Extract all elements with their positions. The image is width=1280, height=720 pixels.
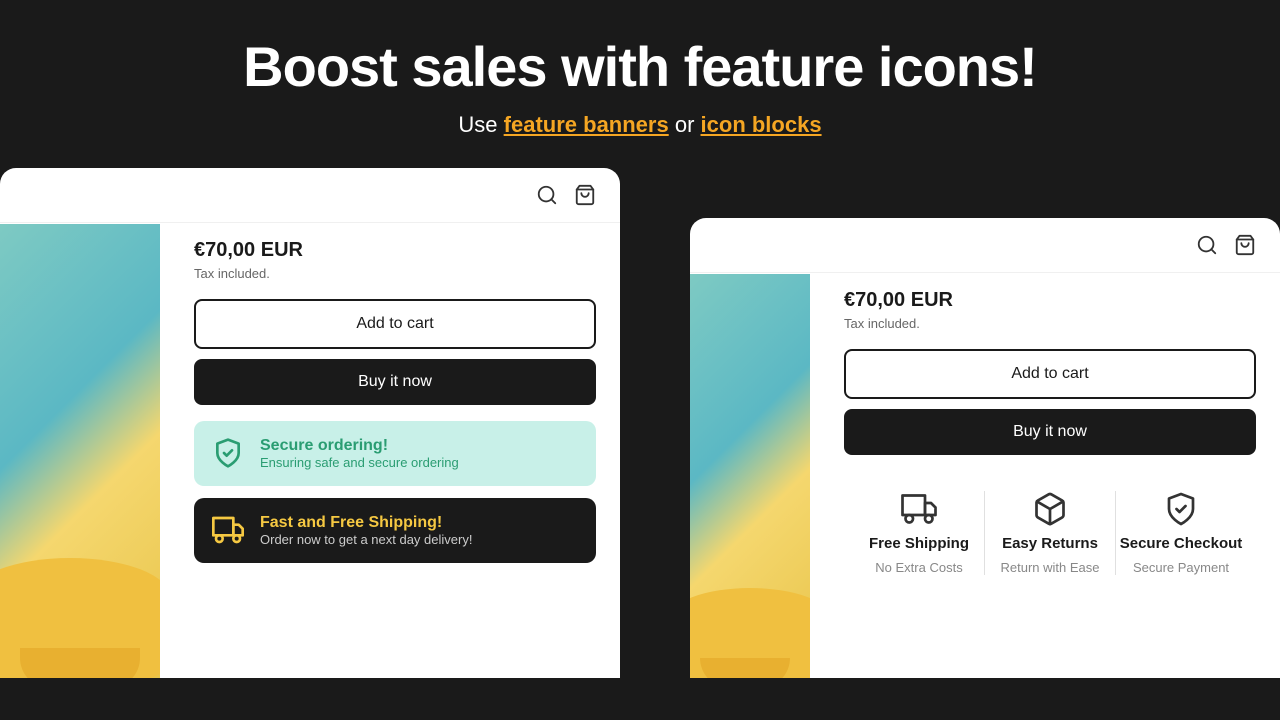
add-to-cart-button-left[interactable]: Add to cart [194, 299, 596, 349]
banner2-text: Fast and Free Shipping! Order now to get… [260, 514, 472, 547]
sub-title: Use feature banners or icon blocks [20, 112, 1260, 138]
fast-shipping-banner: Fast and Free Shipping! Order now to get… [194, 498, 596, 563]
easy-returns-block: Easy Returns Return with Ease [985, 491, 1115, 575]
buy-now-button-left[interactable]: Buy it now [194, 359, 596, 405]
search-icon-right [1196, 234, 1218, 256]
free-shipping-title: Free Shipping [869, 535, 969, 552]
card-left-content: €70,00 EUR Tax included. Add to cart Buy… [170, 223, 620, 579]
buy-now-button-right[interactable]: Buy it now [844, 409, 1256, 455]
banner2-title: Fast and Free Shipping! [260, 514, 472, 532]
card-right-content: €70,00 EUR Tax included. Add to cart Buy… [820, 273, 1280, 601]
easy-returns-sub: Return with Ease [1001, 560, 1100, 575]
free-shipping-block: Free Shipping No Extra Costs [854, 491, 984, 575]
search-button-left[interactable] [536, 184, 558, 206]
banner1-text: Secure ordering! Ensuring safe and secur… [260, 437, 459, 470]
header-section: Boost sales with feature icons! Use feat… [0, 0, 1280, 168]
returns-icon-block [1032, 491, 1068, 527]
icon-blocks-link[interactable]: icon blocks [701, 112, 822, 137]
easy-returns-title: Easy Returns [1002, 535, 1098, 552]
shield-icon-block [1163, 491, 1199, 527]
banner2-sub: Order now to get a next day delivery! [260, 532, 472, 547]
banner1-sub: Ensuring safe and secure ordering [260, 455, 459, 470]
main-title: Boost sales with feature icons! [20, 36, 1260, 98]
card-left-header [0, 168, 620, 223]
card-right: €70,00 EUR Tax included. Add to cart Buy… [690, 218, 1280, 678]
feature-banners-link[interactable]: feature banners [504, 112, 669, 137]
secure-checkout-title: Secure Checkout [1120, 535, 1243, 552]
truck-icon-block [901, 491, 937, 527]
tax-left: Tax included. [194, 266, 596, 281]
product-image-left [0, 224, 160, 678]
cart-icon-right [1234, 234, 1256, 256]
banner1-title: Secure ordering! [260, 437, 459, 455]
sub-title-middle: or [675, 112, 701, 137]
add-to-cart-button-right[interactable]: Add to cart [844, 349, 1256, 399]
secure-ordering-banner: Secure ordering! Ensuring safe and secur… [194, 421, 596, 486]
cards-container: €70,00 EUR Tax included. Add to cart Buy… [0, 168, 1280, 678]
shield-check-icon [212, 437, 244, 469]
price-right: €70,00 EUR [844, 289, 1256, 312]
free-shipping-sub: No Extra Costs [875, 560, 962, 575]
product-image-right [690, 274, 810, 678]
card-right-header [690, 218, 1280, 273]
search-button-right[interactable] [1196, 234, 1218, 256]
card-left: €70,00 EUR Tax included. Add to cart Buy… [0, 168, 620, 678]
truck-icon [212, 514, 244, 546]
search-icon [536, 184, 558, 206]
cart-button-left[interactable] [574, 184, 596, 206]
cart-icon [574, 184, 596, 206]
secure-checkout-sub: Secure Payment [1133, 560, 1229, 575]
sub-title-prefix: Use [458, 112, 503, 137]
price-left: €70,00 EUR [194, 239, 596, 262]
cart-button-right[interactable] [1234, 234, 1256, 256]
tax-right: Tax included. [844, 316, 1256, 331]
icon-blocks-row: Free Shipping No Extra Costs Easy Return… [844, 471, 1256, 585]
secure-checkout-block: Secure Checkout Secure Payment [1116, 491, 1246, 575]
